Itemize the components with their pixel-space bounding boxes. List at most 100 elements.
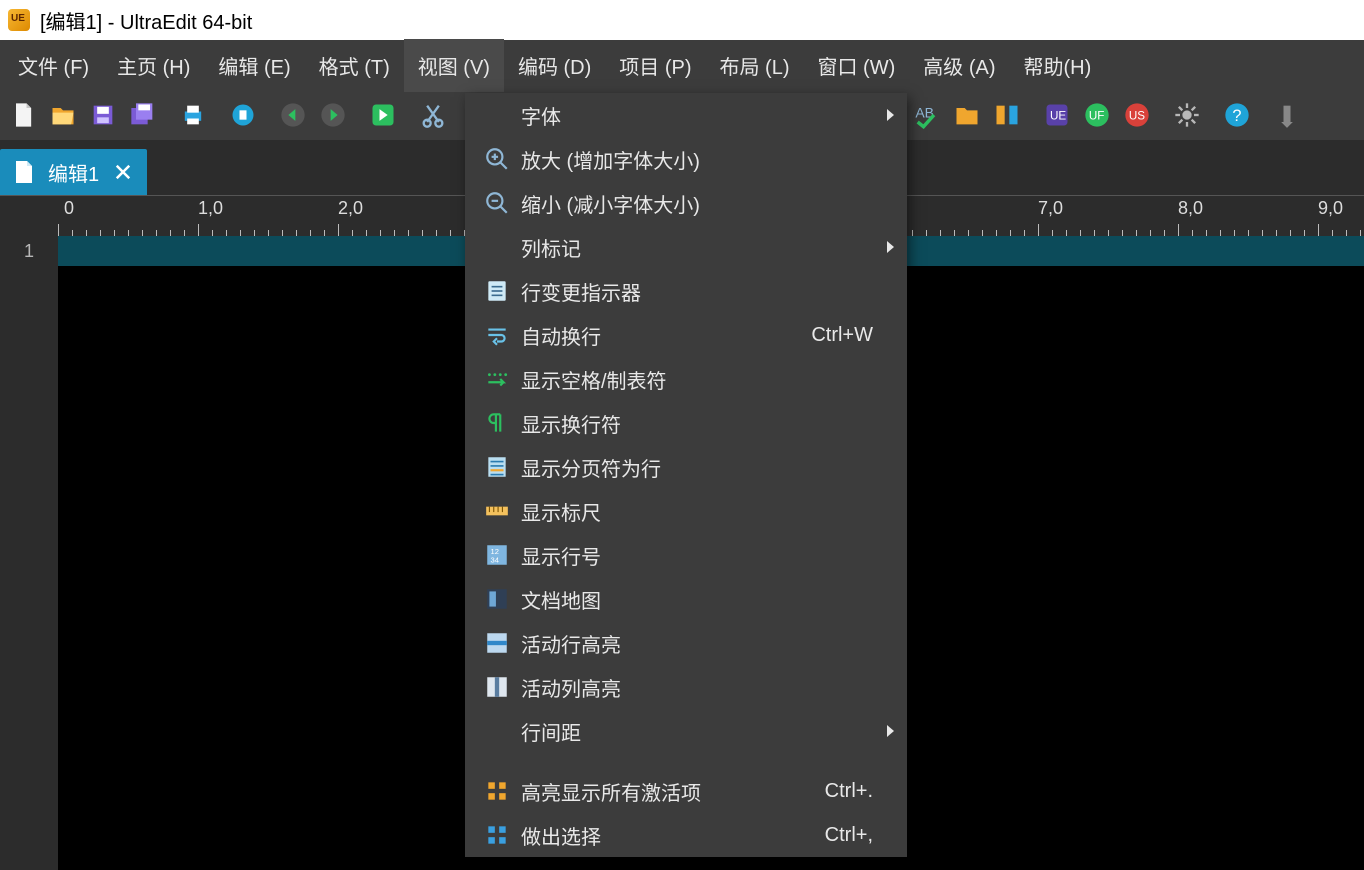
menu-item-9[interactable]: 显示标尺 [465,489,907,533]
compare-button[interactable] [988,96,1026,134]
menu-item-shortcut: Ctrl+W [811,324,879,347]
blocks-icon [477,778,517,804]
file-icon [14,160,34,184]
line-gutter: 1 [0,236,58,870]
menu-item-17[interactable]: 做出选择Ctrl+, [465,813,907,857]
menu-separator [465,753,907,769]
print-button[interactable] [174,96,212,134]
menu-item-label: 行间距 [517,717,879,746]
ruler-icon [477,498,517,524]
menu-item-2[interactable]: 缩小 (减小字体大小) [465,181,907,225]
menu-item-0[interactable]: 字体 [465,93,907,137]
menu-item-label: 显示行号 [517,541,879,570]
svg-text:UF: UF [1089,110,1105,123]
ruler-mark-2: 2,0 [338,198,363,219]
svg-text:34: 34 [491,556,499,565]
menu-item-label: 字体 [517,101,879,130]
pilcrow-icon [477,410,517,436]
settings-button[interactable] [1168,96,1206,134]
forward-button[interactable] [314,96,352,134]
rowhi-icon [477,630,517,656]
new-file-button[interactable] [4,96,42,134]
menu-help[interactable]: 帮助(H) [1009,39,1105,92]
menu-item-label: 显示空格/制表符 [517,365,879,394]
menu-window[interactable]: 窗口 (W) [804,39,910,92]
menu-item-6[interactable]: 显示空格/制表符 [465,357,907,401]
save-button[interactable] [84,96,122,134]
uf-button[interactable]: UF [1078,96,1116,134]
menu-item-16[interactable]: 高亮显示所有激活项Ctrl+. [465,769,907,813]
submenu-arrow-icon [879,724,895,738]
menu-view[interactable]: 视图 (V) [404,39,504,92]
wrap-icon [477,322,517,348]
menu-advanced[interactable]: 高级 (A) [909,39,1009,92]
menu-format[interactable]: 格式 (T) [305,39,404,92]
menu-item-label: 自动换行 [517,321,811,350]
svg-text:?: ? [1232,107,1241,125]
menu-item-label: 做出选择 [517,821,825,850]
menu-item-5[interactable]: 自动换行Ctrl+W [465,313,907,357]
go-button[interactable] [364,96,402,134]
menu-bar: 文件 (F) 主页 (H) 编辑 (E) 格式 (T) 视图 (V) 编码 (D… [0,40,1364,90]
document-icon [477,278,517,304]
menu-item-label: 显示换行符 [517,409,879,438]
gutter-top [0,196,58,236]
menu-item-11[interactable]: 文档地图 [465,577,907,621]
ruler-mark-0: 0 [64,198,74,219]
menu-item-12[interactable]: 活动行高亮 [465,621,907,665]
open-file-button[interactable] [44,96,82,134]
ue-button[interactable]: UE [1038,96,1076,134]
spaces-icon [477,366,517,392]
menu-item-14[interactable]: 行间距 [465,709,907,753]
menu-item-7[interactable]: 显示换行符 [465,401,907,445]
menu-item-13[interactable]: 活动列高亮 [465,665,907,709]
spellcheck-button[interactable]: AB [908,96,946,134]
menu-home[interactable]: 主页 (H) [103,39,204,92]
menu-edit[interactable]: 编辑 (E) [204,39,304,92]
menu-item-label: 列标记 [517,233,879,262]
folder2-button[interactable] [948,96,986,134]
view-menu-dropdown: 字体放大 (增加字体大小)缩小 (减小字体大小)列标记行变更指示器自动换行Ctr… [465,93,907,857]
menu-item-label: 显示标尺 [517,497,879,526]
tags-button[interactable] [224,96,262,134]
blocks2-icon [477,822,517,848]
numbers-icon: 1234 [477,542,517,568]
menu-item-label: 缩小 (减小字体大小) [517,189,879,218]
ruler-mark-9: 9,0 [1318,198,1343,219]
overflow-button[interactable] [1268,96,1306,134]
help-button[interactable]: ? [1218,96,1256,134]
cut-button[interactable] [414,96,452,134]
colhi-icon [477,674,517,700]
menu-project[interactable]: 项目 (P) [605,39,705,92]
menu-layout[interactable]: 布局 (L) [706,39,804,92]
menu-item-8[interactable]: 显示分页符为行 [465,445,907,489]
tab-close-icon[interactable] [113,162,133,182]
menu-item-shortcut: Ctrl+. [825,780,879,803]
menu-item-label: 活动列高亮 [517,673,879,702]
tab-edit1[interactable]: 编辑1 [0,149,147,195]
us-button[interactable]: US [1118,96,1156,134]
menu-item-label: 高亮显示所有激活项 [517,777,825,806]
submenu-arrow-icon [879,240,895,254]
menu-encode[interactable]: 编码 (D) [504,39,605,92]
ruler-mark-8: 8,0 [1178,198,1203,219]
menu-item-label: 文档地图 [517,585,879,614]
menu-item-1[interactable]: 放大 (增加字体大小) [465,137,907,181]
ruler-mark-1: 1,0 [198,198,223,219]
zoom-out-icon [477,190,517,216]
save-all-button[interactable] [124,96,162,134]
menu-item-4[interactable]: 行变更指示器 [465,269,907,313]
menu-item-label: 活动行高亮 [517,629,879,658]
menu-item-3[interactable]: 列标记 [465,225,907,269]
zoom-in-icon [477,146,517,172]
menu-item-10[interactable]: 1234显示行号 [465,533,907,577]
menu-item-label: 放大 (增加字体大小) [517,145,879,174]
page-lines-icon [477,454,517,480]
menu-item-label: 行变更指示器 [517,277,879,306]
svg-text:UE: UE [1050,110,1066,123]
line-number-1: 1 [0,236,58,266]
menu-file[interactable]: 文件 (F) [4,39,103,92]
back-button[interactable] [274,96,312,134]
menu-item-label: 显示分页符为行 [517,453,879,482]
app-logo-icon [8,9,30,31]
